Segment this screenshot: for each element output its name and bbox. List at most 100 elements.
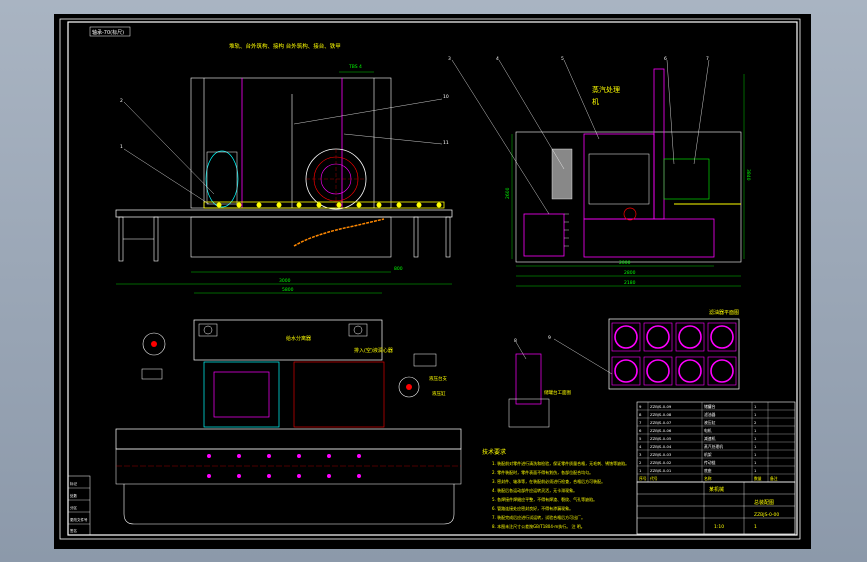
grid-cell-ring [614,325,638,349]
title-scale: 1:10 [714,524,724,530]
bom-table: 9 ZZBJS-0-09 储罐台 1 8 ZZBJS-0-08 滤油器 1 7 ZZBJS-0-0… [636,401,796,483]
bom-cell: 1 [639,468,642,473]
grid-cell-ring [614,359,638,383]
tech-note-3: 3. 密封件、轴承等，在装配前必须进行检查，合格后方可装配。 [492,478,605,484]
grid-cell-ring [646,359,670,383]
grid-cell [611,322,641,352]
dim-plan-top: 5800 [282,287,294,293]
bom-cell: 储罐台 [704,404,716,409]
bom-cell: 3 [639,452,642,457]
bom-cell: 5 [639,436,642,441]
grid-cell [707,322,737,352]
bom-cell: ZZBJS-0-05 [650,436,672,441]
bom-cell: 底座 [704,468,712,473]
front-view: 800 3000 TBS 4 2 1 10 11 [115,64,453,285]
side-view: 2000 2800 2180 3840 2600 蒸汽处理 机 3 4 5 6 [448,56,751,287]
rev-label-3: 分区 [70,505,77,510]
bom-cell: 1 [754,468,757,473]
grid-label: 滤油器平面图 [709,309,739,316]
outer-frame [59,18,801,540]
callout-6: 6 [664,56,667,62]
bom-cell: 1 [754,428,757,433]
grid-cell [707,356,737,386]
bom-cell: 电机 [704,428,712,433]
dim-side-w3: 2180 [624,280,636,286]
bom-cell: 代号 [650,476,658,481]
callout-2: 2 [120,98,123,104]
tech-note-4: 4. 装配后各运动部件应运转灵活，无卡滞现象。 [492,487,577,493]
dim-side-w2: 2800 [624,270,636,276]
dim-side-w1: 2000 [619,260,631,266]
grid-cell-ring [678,325,702,349]
dim-top-small: TBS 4 [348,64,362,70]
tech-note-8: 8. 本图未注尺寸公差按GB/T1804-m执行。 注 明。 [492,523,585,529]
callout-10: 10 [443,94,449,100]
tech-notes: 技术要求 1. 装配前对零件进行清洗和检验，保证零件质量合格，无毛刺、锈蚀等缺陷… [482,448,629,529]
callout-7: 7 [706,56,709,62]
bom-cell: 液压缸 [704,420,716,425]
grid-cell-ring [678,359,702,383]
detail-label: 储罐台工面图 [544,389,571,396]
bom-cell: 9 [639,404,642,409]
title-sheet: 1 [754,524,757,530]
bom-cell: 2 [754,420,757,425]
bom-cell: 传动链 [704,460,716,465]
bom-cell: 4 [639,444,642,449]
bom-cell: ZZBJS-0-01 [650,468,672,473]
drawing-sheet[interactable]: 轴承-70(标尺) 堆轨、台外筑构、接构 台外筑构、接台、铁甲 800 3000… [54,14,811,549]
bom-cell: ZZBJS-0-08 [650,412,672,417]
bom-cell: ZZBJS-0-03 [650,452,672,457]
grid-cell [643,356,673,386]
bom-cell: 名称 [704,476,712,481]
rev-label-4: 更改文件号 [70,517,88,522]
revision-block: 标记 处数 分区 更改文件号 签名 [67,475,91,536]
grid-cell [643,322,673,352]
grid-cell-ring [710,325,734,349]
steam-label-1: 蒸汽处理 [592,85,620,94]
bom-cell: 2 [639,460,642,465]
dim-side-h: 3840 [745,169,751,181]
steam-label-2: 机 [592,97,599,106]
callout-4: 4 [496,56,499,62]
tech-note-5: 5. 各焊接件焊缝应平整，不得有焊渣、裂纹、气孔等缺陷。 [492,496,597,502]
bom-cell: 1 [754,436,757,441]
dim-front-2: 3000 [279,278,291,284]
detail-view: 8 储罐台工面图 [508,338,571,428]
feeder-label-2: 排入(空)液润心器 [354,347,393,354]
rev-label-1: 标记 [70,481,77,486]
bom-cell: 6 [639,428,642,433]
bom-cell: 7 [639,420,642,425]
bom-cell: 1 [754,460,757,465]
grid-cell-ring [646,325,670,349]
callout-5: 5 [561,56,564,62]
grid-cell [675,322,705,352]
cad-viewport[interactable]: 轴承-70(标尺) 堆轨、台外筑构、接构 台外筑构、接台、铁甲 800 3000… [0,0,867,562]
bom-cell: 减速机 [704,436,716,441]
bom-cell: ZZBJS-0-02 [650,460,672,465]
bom-cell: ZZBJS-0-07 [650,420,672,425]
plan-view: 5800 给水分离器 排入(空)液润心器 液压台支 液压缸 [115,287,462,525]
bom-cell: 1 [754,452,757,457]
title-drawing-no: ZZBJS-0-00 [754,512,779,518]
tech-note-2: 2. 零件装配时，零件表面不得有划伤，各部位配合均匀。 [492,469,593,475]
bom-cell: 8 [639,412,642,417]
grid-cell [611,356,641,386]
title-company: 某机械 [709,486,724,493]
machine-label: 液压台支 [429,375,447,382]
tech-title: 技术要求 [482,448,506,456]
bom-cell: 数量 [754,476,762,481]
machine-label-2: 液压缸 [432,390,446,397]
callout-1: 1 [120,144,123,150]
tech-note-6: 6. 管路连接处应密封良好，不得有渗漏现象。 [492,505,573,511]
bom-cell: 蒸汽处理机 [704,444,723,449]
bom-cell: 备注 [770,476,778,481]
tech-note-7: 7. 装配完成后应进行试运转，试验合格后方可出厂。 [492,514,585,520]
grid-cell-ring [710,359,734,383]
dim-side-h2: 2600 [505,187,511,199]
callout-11: 11 [443,140,449,146]
rev-label-2: 处数 [70,493,77,498]
drawing-canvas[interactable]: 轴承-70(标尺) 堆轨、台外筑构、接构 台外筑构、接台、铁甲 800 3000… [54,14,811,549]
corner-label: 轴承-70(标尺) [92,29,124,36]
feeder-label-1: 给水分离器 [286,335,311,342]
tech-note-1: 1. 装配前对零件进行清洗和检验，保证零件质量合格，无毛刺、锈蚀等缺陷。 [492,460,629,466]
